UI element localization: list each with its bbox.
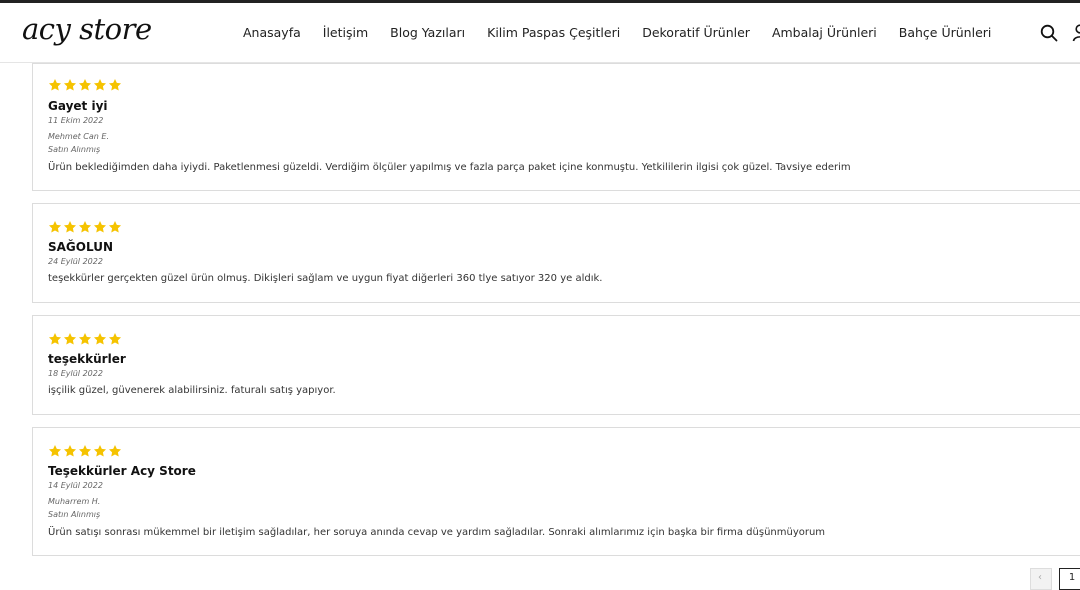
site-logo[interactable]: acy store <box>22 12 152 46</box>
star-icon <box>48 333 62 345</box>
search-icon[interactable] <box>1040 24 1058 42</box>
user-icon[interactable] <box>1072 24 1080 42</box>
star-icon <box>108 445 122 457</box>
star-icon <box>48 445 62 457</box>
main-nav: Anasayfa İletişim Blog Yazıları Kilim Pa… <box>243 25 1013 40</box>
nav-item-ambalaj[interactable]: Ambalaj Ürünleri <box>772 25 877 40</box>
nav-item-blog[interactable]: Blog Yazıları <box>390 25 465 40</box>
star-icon <box>78 79 92 91</box>
review-title: Gayet iyi <box>48 99 108 113</box>
star-icon <box>63 445 77 457</box>
star-icon <box>108 221 122 233</box>
star-rating <box>48 444 122 458</box>
review-card: Teşekkürler Acy Store 14 Eylül 2022 Muha… <box>32 427 1080 556</box>
pagination-prev-button[interactable]: ‹ <box>1030 568 1052 590</box>
review-text: teşekkürler gerçekten güzel ürün olmuş. … <box>48 273 603 284</box>
star-icon <box>93 79 107 91</box>
review-title: SAĞOLUN <box>48 240 113 254</box>
nav-item-kilim-paspas[interactable]: Kilim Paspas Çeşitleri <box>487 25 620 40</box>
review-date: 14 Eylül 2022 <box>48 481 103 490</box>
verified-purchase-badge: Satın Alınmış <box>48 145 101 154</box>
star-icon <box>93 445 107 457</box>
star-rating <box>48 332 122 346</box>
star-icon <box>63 333 77 345</box>
review-author: Muharrem H. <box>48 497 101 506</box>
review-card: SAĞOLUN 24 Eylül 2022 teşekkürler gerçek… <box>32 203 1080 303</box>
star-rating <box>48 78 122 92</box>
review-author: Mehmet Can E. <box>48 132 109 141</box>
star-icon <box>78 333 92 345</box>
star-icon <box>93 221 107 233</box>
nav-item-bahce[interactable]: Bahçe Ürünleri <box>899 25 992 40</box>
chevron-left-icon: ‹ <box>1038 572 1042 583</box>
review-title: Teşekkürler Acy Store <box>48 464 196 478</box>
review-date: 24 Eylül 2022 <box>48 257 103 266</box>
review-text: Ürün satışı sonrası mükemmel bir iletişi… <box>48 527 826 538</box>
review-title: teşekkürler <box>48 352 126 366</box>
star-icon <box>93 333 107 345</box>
nav-item-iletisim[interactable]: İletişim <box>323 25 368 40</box>
nav-item-anasayfa[interactable]: Anasayfa <box>243 25 301 40</box>
review-date: 11 Ekim 2022 <box>48 116 104 125</box>
star-icon <box>78 221 92 233</box>
star-rating <box>48 220 122 234</box>
site-header: acy store Anasayfa İletişim Blog Yazılar… <box>0 3 1080 63</box>
pagination-page-current[interactable]: 1 <box>1059 568 1080 590</box>
star-icon <box>63 221 77 233</box>
star-icon <box>108 333 122 345</box>
star-icon <box>48 221 62 233</box>
review-card: teşekkürler 18 Eylül 2022 işçilik güzel,… <box>32 315 1080 415</box>
star-icon <box>48 79 62 91</box>
review-text: işçilik güzel, güvenerek alabilirsiniz. … <box>48 385 336 396</box>
star-icon <box>108 79 122 91</box>
review-text: Ürün beklediğimden daha iyiydi. Paketlen… <box>48 162 851 173</box>
star-icon <box>78 445 92 457</box>
review-card: Gayet iyi 11 Ekim 2022 Mehmet Can E. Sat… <box>32 63 1080 191</box>
star-icon <box>63 79 77 91</box>
nav-item-dekoratif[interactable]: Dekoratif Ürünler <box>642 25 750 40</box>
verified-purchase-badge: Satın Alınmış <box>48 510 101 519</box>
review-date: 18 Eylül 2022 <box>48 369 103 378</box>
